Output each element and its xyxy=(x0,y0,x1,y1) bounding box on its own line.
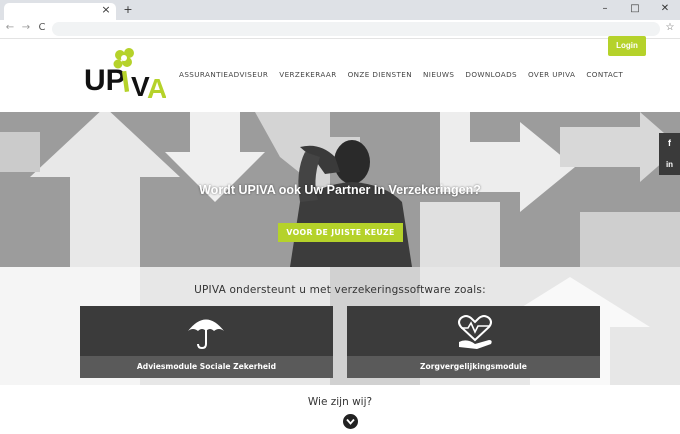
chevron-down-icon[interactable] xyxy=(343,414,358,429)
forward-icon[interactable]: → xyxy=(20,22,32,34)
main-nav: ASSURANTIEADVISEUR VERZEKERAAR ONZE DIEN… xyxy=(179,69,634,81)
umbrella-icon xyxy=(188,319,224,350)
reload-icon[interactable]: C xyxy=(36,22,48,34)
heart-hand-icon xyxy=(458,315,492,349)
bookmark-star-icon[interactable]: ☆ xyxy=(664,22,676,34)
nav-item-nieuws[interactable]: NIEUWS xyxy=(423,69,454,81)
close-window-button[interactable]: ✕ xyxy=(654,2,676,16)
maximize-button[interactable]: □ xyxy=(624,2,646,16)
svg-text:A: A xyxy=(147,73,166,102)
address-bar[interactable] xyxy=(52,22,660,36)
new-tab-button[interactable]: + xyxy=(122,4,134,16)
nav-item-assurantieadviseur[interactable]: ASSURANTIEADVISEUR xyxy=(179,69,268,81)
about-heading: Wie zijn wij? xyxy=(307,396,373,408)
service-card-title[interactable]: Adviesmodule Sociale Zekerheid xyxy=(80,356,333,378)
minimize-button[interactable]: – xyxy=(594,2,616,16)
nav-item-contact[interactable]: CONTACT xyxy=(586,69,623,81)
nav-item-onze-diensten[interactable]: ONZE DIENSTEN xyxy=(348,69,412,81)
back-icon[interactable]: ← xyxy=(4,22,16,34)
facebook-icon[interactable]: f xyxy=(659,133,680,154)
service-card-title[interactable]: Zorgvergelijkingsmodule xyxy=(347,356,600,378)
linkedin-icon[interactable]: in xyxy=(659,154,680,175)
nav-item-verzekeraar[interactable]: VERZEKERAAR xyxy=(279,69,336,81)
tab-close-icon[interactable]: × xyxy=(100,4,112,16)
services-intro: UPIVA ondersteunt u met verzekeringssoft… xyxy=(194,284,486,296)
login-button[interactable]: Login xyxy=(608,36,646,56)
hero-cta-button[interactable]: VOOR DE JUISTE KEUZE xyxy=(278,223,403,242)
upiva-logo[interactable]: UP I V A xyxy=(84,46,167,104)
hero-headline: Wordt UPIVA ook Uw Partner In Verzekerin… xyxy=(199,183,481,197)
nav-item-downloads[interactable]: DOWNLOADS xyxy=(465,69,517,81)
nav-item-over-upiva[interactable]: OVER UPIVA xyxy=(528,69,575,81)
